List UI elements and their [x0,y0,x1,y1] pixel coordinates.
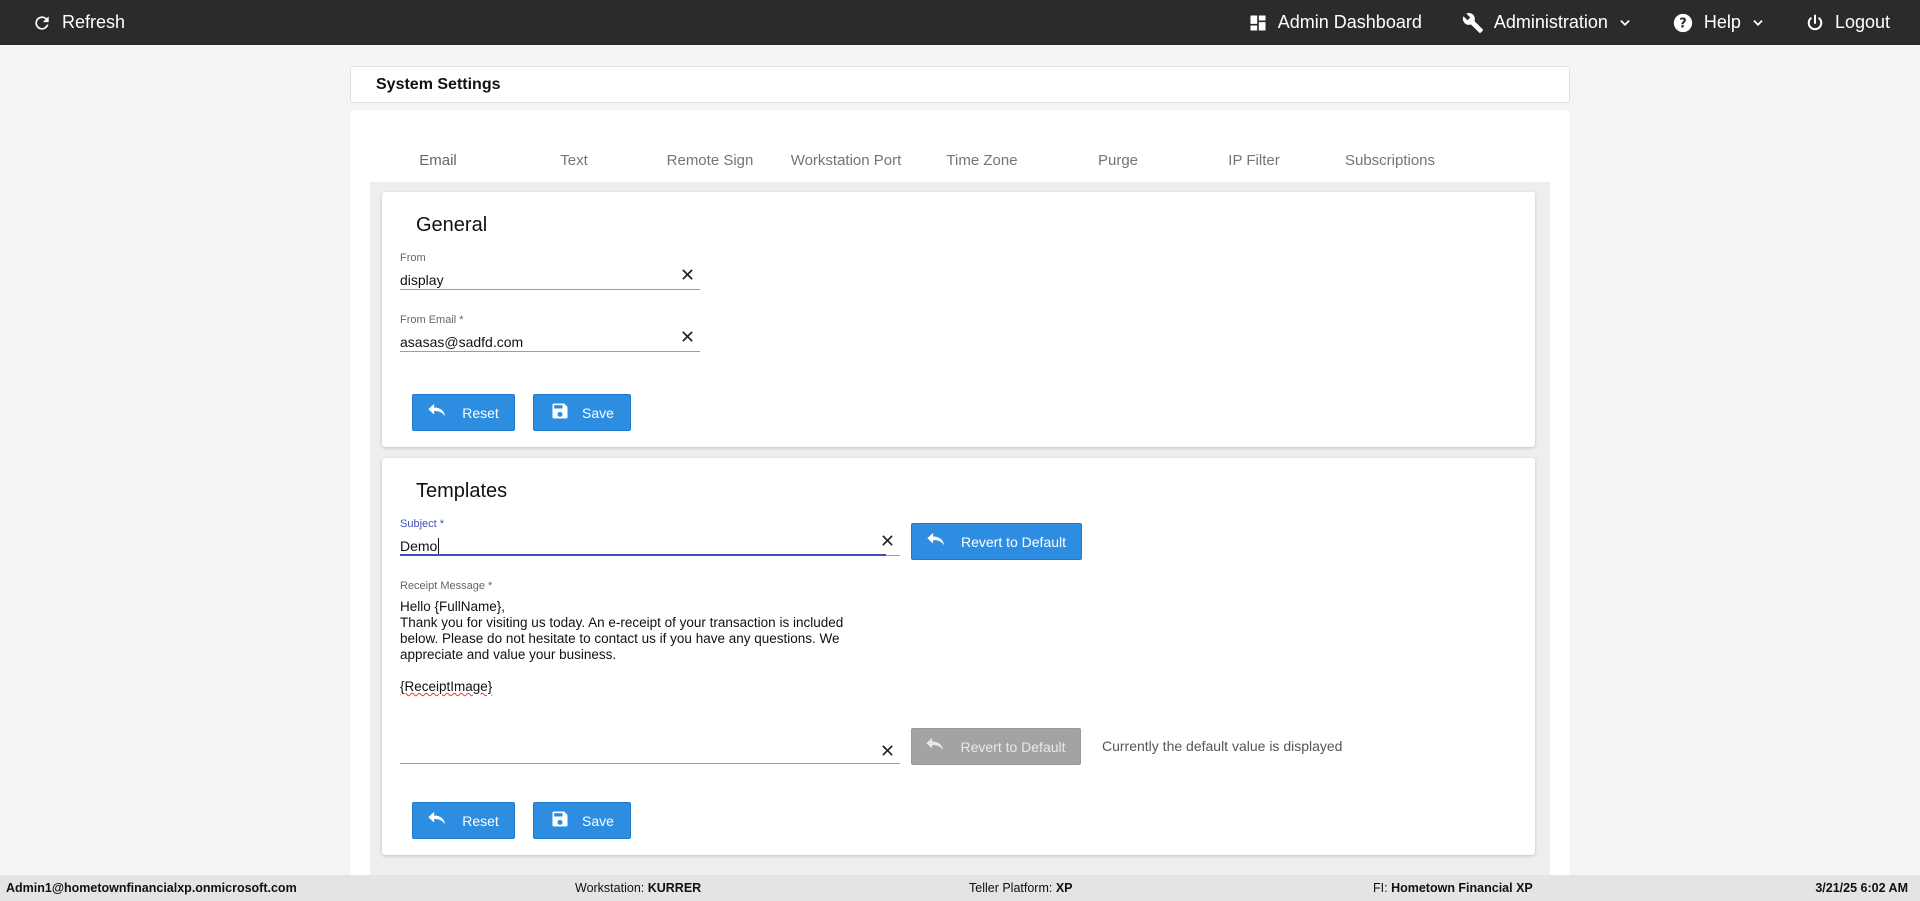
from-underline [400,289,700,290]
general-section: General From display From Email * asasas… [382,192,1535,447]
help-menu[interactable]: ? Help [1672,12,1765,34]
workstation-label: Workstation: [575,881,648,895]
templates-title: Templates [416,480,508,502]
refresh-button[interactable]: Refresh [32,0,125,45]
teller-label: Teller Platform: [969,881,1056,895]
refresh-label: Refresh [62,12,126,32]
subject-input[interactable]: Demo [400,538,900,554]
from-input[interactable]: display [400,272,700,288]
user-email: Admin1@hometownfinancialxp.onmicrosoft.c… [6,881,297,895]
logout-label: Logout [1834,12,1890,32]
refresh-icon [32,13,52,33]
teller-value: XP [1055,881,1073,895]
receipt-message-textarea[interactable]: Hello {FullName}, Thank you for visiting… [400,599,870,695]
subject-label: Subject * [400,518,445,530]
tab-content: General From display From Email * asasas… [370,182,1550,876]
receipt-message-body: Hello {FullName}, Thank you for visiting… [400,599,844,662]
fi-label: FI: [1373,881,1392,895]
save-icon [550,809,570,832]
from-email-label: From Email * [400,314,464,326]
from-email-field[interactable]: From Email * asasas@sadfd.com [400,314,700,352]
save-label: Save [582,404,614,421]
page-title: System Settings [350,66,1570,103]
workstation-value: KURRER [647,881,702,895]
from-label: From [400,252,426,264]
logout-button[interactable]: Logout [1805,12,1890,33]
chevron-down-icon [1618,16,1632,30]
chevron-down-icon [1751,16,1765,30]
subject-focus-underline [400,554,886,556]
clear-icon[interactable] [681,330,694,348]
help-icon: ? [1672,12,1694,34]
help-label: Help [1703,12,1741,32]
reset-label: Reset [462,812,499,829]
templates-reset-button[interactable]: Reset [412,802,515,839]
clear-icon[interactable] [681,268,694,286]
from-email-input[interactable]: asasas@sadfd.com [400,334,700,350]
general-save-button[interactable]: Save [533,394,631,431]
receipt-image-placeholder: {ReceiptImage} [400,679,493,694]
templates-save-button[interactable]: Save [533,802,631,839]
default-value-note: Currently the default value is displayed [1102,738,1343,754]
admin-dashboard-link[interactable]: Admin Dashboard [1248,12,1422,33]
undo-icon [428,403,450,422]
status-workstation: Workstation: KURRER [575,881,701,895]
undo-icon [428,811,450,830]
templates-section: Templates Subject * Demo Revert to Defau… [382,458,1535,855]
receipt-underline [400,763,900,764]
clear-icon[interactable] [881,534,894,552]
clear-icon[interactable] [881,744,894,762]
wrench-icon [1462,12,1484,34]
admin-dashboard-label: Admin Dashboard [1277,12,1422,32]
subject-value: Demo [400,538,438,554]
reset-label: Reset [462,404,499,421]
general-reset-button[interactable]: Reset [412,394,515,431]
from-field[interactable]: From display [400,252,700,290]
status-bar: Admin1@hometownfinancialxp.onmicrosoft.c… [0,875,1920,901]
status-teller-platform: Teller Platform: XP [969,881,1073,895]
revert-label: Revert to Default [960,533,1067,550]
datetime-value: 3/21/25 6:02 AM [1815,881,1908,895]
status-datetime: 3/21/25 6:02 AM [1815,881,1908,895]
general-title: General [416,214,488,236]
revert-label: Revert to Default [960,738,1066,755]
undo-icon [927,532,949,551]
receipt-message-label: Receipt Message * [400,580,493,592]
status-user: Admin1@hometownfinancialxp.onmicrosoft.c… [6,881,297,895]
fi-value: Hometown Financial XP [1391,881,1533,895]
subject-field[interactable]: Subject * Demo [400,518,900,556]
undo-icon [926,737,948,756]
save-icon [550,401,570,424]
receipt-revert-button[interactable]: Revert to Default [911,728,1081,765]
power-icon [1805,13,1825,33]
from-email-underline [400,351,700,352]
administration-label: Administration [1493,12,1608,32]
administration-menu[interactable]: Administration [1462,12,1632,34]
top-navigation-bar: Refresh Admin Dashboard Administration ?… [0,0,1920,45]
save-label: Save [582,812,614,829]
status-fi: FI: Hometown Financial XP [1373,881,1533,895]
receipt-message-field[interactable]: Receipt Message * Hello {FullName}, Than… [400,580,900,764]
text-cursor [438,538,440,554]
svg-text:?: ? [1679,16,1686,31]
settings-card: Email Text Remote Sign Workstation Port … [350,110,1570,876]
subject-revert-button[interactable]: Revert to Default [911,523,1082,560]
dashboard-icon [1248,13,1268,33]
